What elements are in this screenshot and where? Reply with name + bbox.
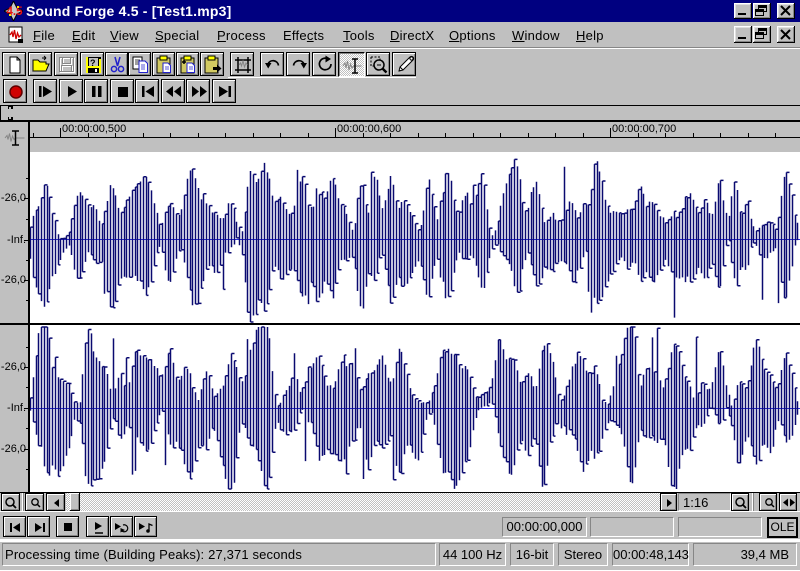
svg-text:4.5: 4.5 <box>7 6 24 18</box>
